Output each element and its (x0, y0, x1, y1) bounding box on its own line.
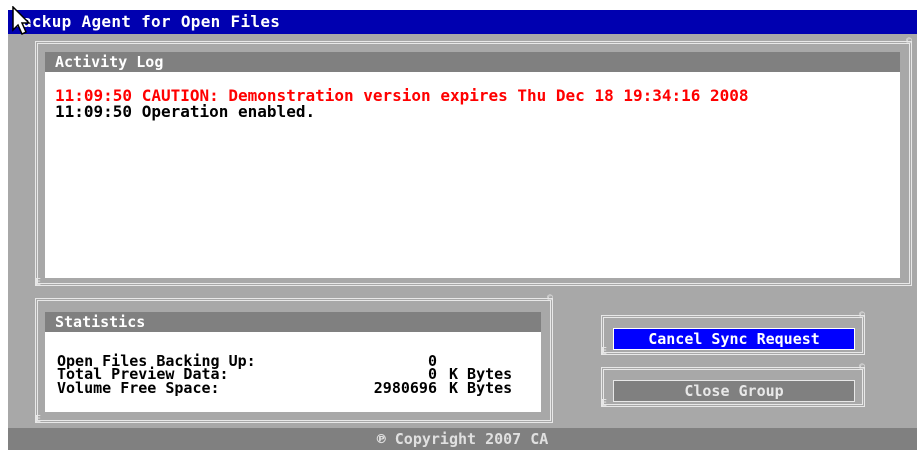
activity-log-header: Activity Log (45, 52, 900, 72)
mouse-cursor-icon (12, 6, 31, 36)
status-bar: ℗ Copyright 2007 CA (8, 428, 917, 450)
frame-corner-marker: © (859, 362, 866, 373)
frame-corner-marker: E (35, 414, 42, 425)
log-line-info: 11:09:50 Operation enabled. (55, 102, 316, 121)
statistics-header: Statistics (45, 312, 541, 332)
window-title: Backup Agent for Open Files (12, 12, 281, 31)
close-group-button[interactable]: Close Group (613, 380, 855, 402)
statistics-title: Statistics (55, 313, 146, 331)
frame-corner-marker: E (601, 398, 608, 409)
cancel-sync-request-label: Cancel Sync Request (648, 330, 820, 348)
app-window: Backup Agent for Open Files © E Activity… (8, 10, 917, 450)
activity-log-body[interactable]: 11:09:50 CAUTION: Demonstration version … (45, 72, 900, 278)
stat-label-free-space: Volume Free Space: (57, 379, 220, 397)
copyright-icon: ℗ (376, 430, 386, 448)
frame-corner-marker: E (35, 277, 42, 288)
frame-corner-marker: © (547, 293, 554, 304)
cancel-sync-request-button[interactable]: Cancel Sync Request (613, 328, 855, 350)
copyright-text: Copyright 2007 CA (394, 430, 549, 448)
close-group-label: Close Group (684, 382, 784, 400)
frame-corner-marker: © (906, 36, 913, 47)
frame-corner-marker: © (859, 310, 866, 321)
title-bar: Backup Agent for Open Files (8, 10, 917, 34)
stat-value-free-space: 2980696 (373, 379, 437, 397)
stat-unit-free-space: K Bytes (449, 379, 513, 397)
activity-log-title: Activity Log (55, 53, 164, 71)
statistics-body: Open Files Backing Up: 0 Total Preview D… (45, 332, 541, 412)
frame-corner-marker: E (601, 346, 608, 357)
